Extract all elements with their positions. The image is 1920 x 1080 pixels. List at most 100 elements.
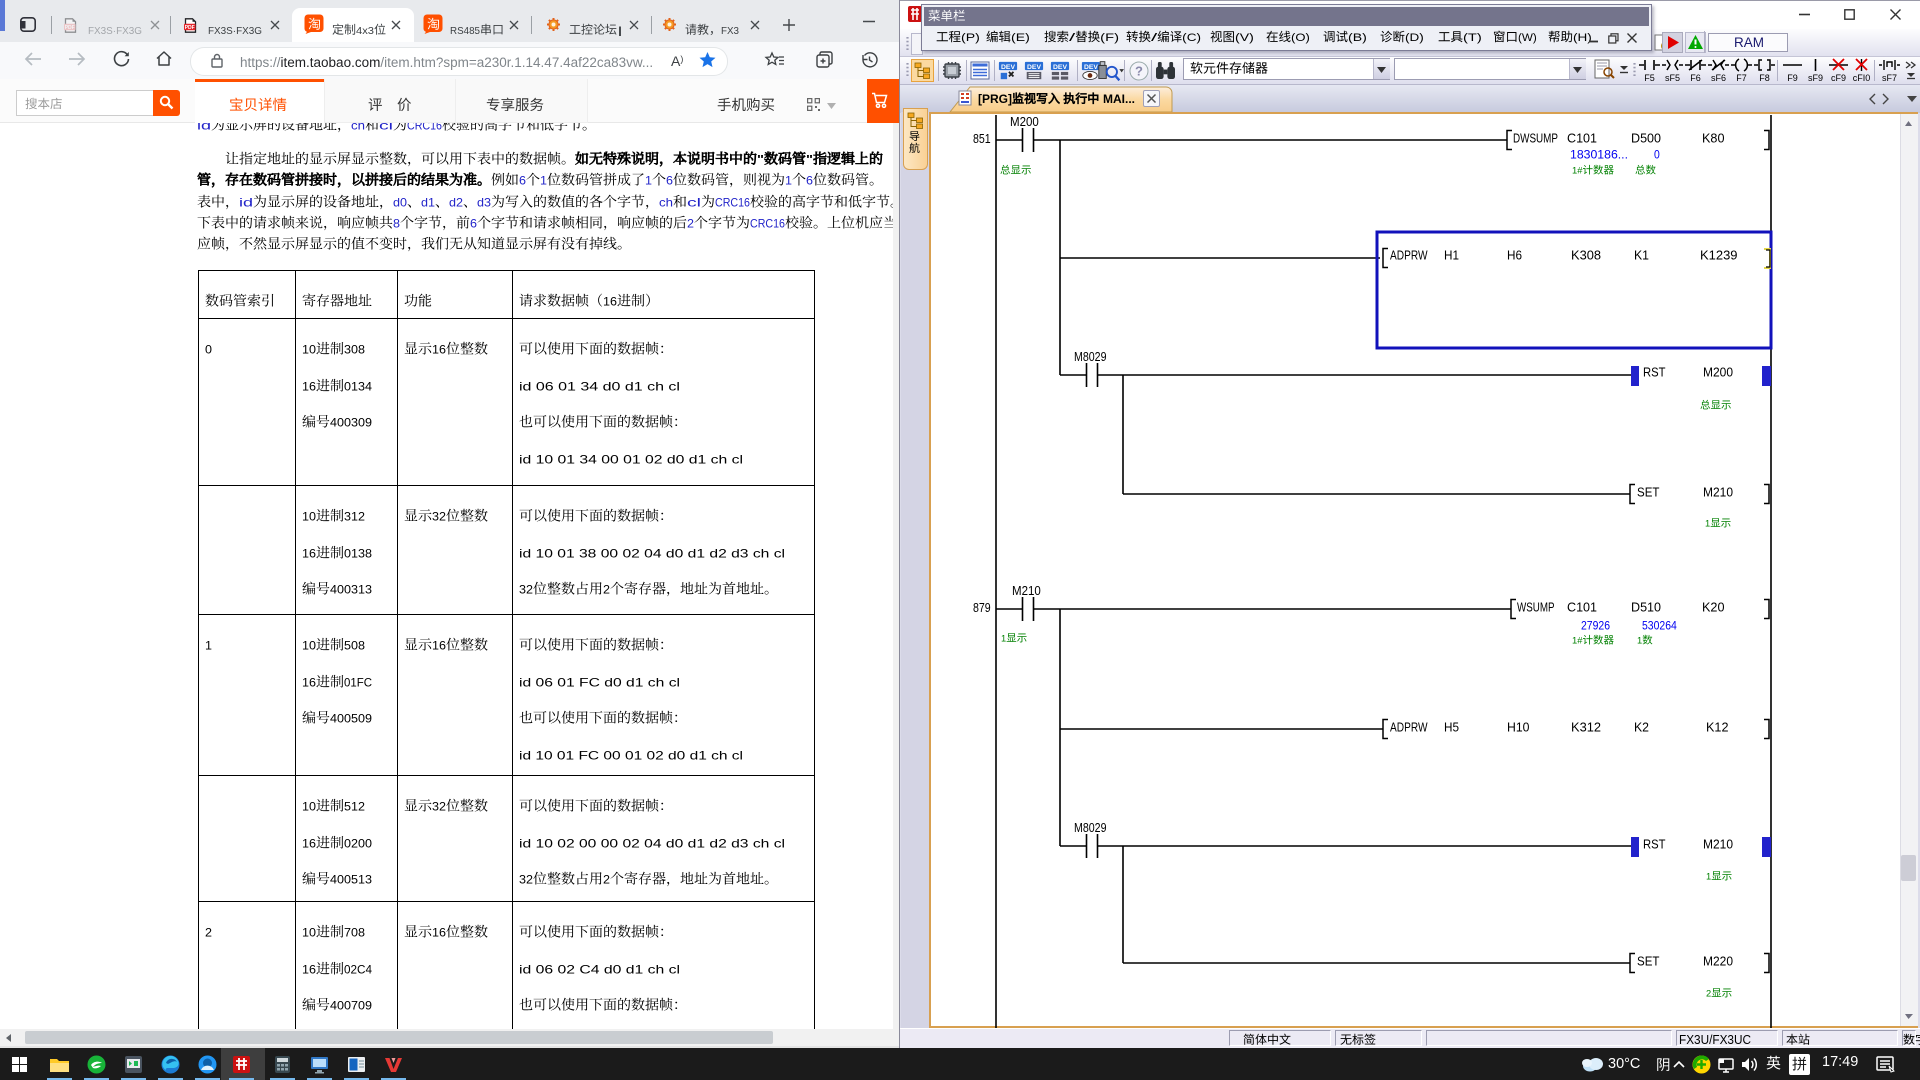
svg-text:32: 32 [519, 583, 533, 597]
svg-text:C101: C101 [1567, 130, 1597, 145]
svg-text:0: 0 [205, 343, 212, 357]
svg-text:16: 16 [432, 926, 446, 940]
svg-text:K20: K20 [1702, 599, 1725, 614]
svg-text:(D): (D) [1405, 32, 1424, 44]
svg-text:DEV: DEV [1001, 64, 1015, 71]
svg-text:K2: K2 [1634, 719, 1649, 734]
svg-text:id 10 02 00 00 02 04 d0 d1 d2: id 10 02 00 00 02 04 d0 d1 d2 d3 ch cl [519, 836, 785, 850]
svg-text:1: 1 [1001, 634, 1006, 644]
svg-text:DEV: DEV [1053, 64, 1067, 71]
svg-text:02C4: 02C4 [344, 962, 372, 976]
svg-text:": " [757, 153, 764, 167]
svg-text:/: / [1151, 32, 1157, 44]
svg-text:id 10 01 FC 00 01 02 d0 d1 ch: id 10 01 FC 00 01 02 d0 d1 ch cl [519, 748, 743, 762]
svg-text:RST: RST [1643, 836, 1666, 851]
svg-text:4x3: 4x3 [356, 25, 374, 36]
svg-text:F6: F6 [1690, 73, 1701, 83]
svg-text:10: 10 [302, 510, 316, 524]
svg-text:id 06 01 34 d0 d1 ch cl: id 06 01 34 d0 d1 ch cl [519, 379, 680, 393]
svg-text:FX3U/FX3UC: FX3U/FX3UC [1679, 1033, 1751, 1047]
svg-text:879: 879 [973, 601, 991, 615]
svg-text:SET: SET [1637, 953, 1660, 968]
svg-text:cl: cl [687, 195, 701, 209]
svg-text:id 06 02 C4 d0 d1 ch cl: id 06 02 C4 d0 d1 ch cl [519, 962, 680, 976]
svg-text:K308: K308 [1571, 247, 1601, 262]
svg-text:/: / [1069, 32, 1075, 44]
svg-text:d1: d1 [421, 195, 435, 209]
svg-text:32: 32 [519, 873, 533, 887]
svg-text:id 10 01 38 00 02 04 d0 d1 d2: id 10 01 38 00 02 04 d0 d1 d2 d3 ch cl [519, 546, 785, 560]
svg-text:0200: 0200 [344, 836, 372, 850]
svg-text:530264: 530264 [1642, 619, 1677, 633]
svg-text:508: 508 [344, 639, 365, 653]
svg-text:H1: H1 [1444, 247, 1459, 262]
svg-text:16: 16 [432, 343, 446, 357]
svg-text:512: 512 [344, 800, 365, 814]
svg-text:H10: H10 [1507, 719, 1530, 734]
svg-text:400709: 400709 [330, 999, 372, 1013]
svg-text:312: 312 [344, 510, 365, 524]
svg-text:sF9: sF9 [1808, 73, 1823, 83]
svg-text:0: 0 [1654, 148, 1660, 162]
svg-text:2: 2 [1706, 989, 1711, 999]
svg-text:SET: SET [1637, 484, 1660, 499]
svg-text:1: 1 [1637, 636, 1642, 646]
svg-text:2: 2 [603, 873, 610, 887]
svg-text:sF6: sF6 [1711, 73, 1726, 83]
svg-text:1: 1 [205, 639, 212, 653]
svg-text:(V): (V) [1235, 32, 1254, 44]
svg-text:16: 16 [603, 295, 617, 309]
svg-text:|: | [617, 25, 623, 36]
svg-text:ADPRW: ADPRW [1390, 719, 1428, 734]
svg-text:C101: C101 [1567, 599, 1597, 614]
svg-text:H6: H6 [1507, 247, 1522, 262]
svg-text:sF7: sF7 [1882, 73, 1897, 83]
svg-text:(B): (B) [1348, 32, 1367, 44]
svg-text:id: id [239, 195, 253, 209]
svg-text:16: 16 [302, 379, 316, 393]
svg-text:27926: 27926 [1581, 619, 1610, 633]
svg-text:0134: 0134 [344, 379, 372, 393]
svg-text:cFI0: cFI0 [1853, 73, 1871, 83]
svg-text:K312: K312 [1571, 719, 1601, 734]
svg-text:1: 1 [1705, 519, 1710, 529]
svg-text:308: 308 [344, 343, 365, 357]
svg-text:16: 16 [432, 639, 446, 653]
svg-text:CRC16: CRC16 [715, 195, 750, 209]
svg-text:PDF: PDF [185, 25, 195, 31]
svg-text:FX3S·FX3G: FX3S·FX3G [208, 25, 262, 36]
svg-text:2: 2 [205, 926, 212, 940]
svg-text:M8029: M8029 [1074, 350, 1107, 364]
svg-text:400313: 400313 [330, 583, 372, 597]
svg-text:01FC: 01FC [344, 675, 372, 689]
svg-text:1830186...: 1830186... [1570, 148, 1628, 162]
svg-text:16: 16 [302, 546, 316, 560]
svg-text:?: ? [1135, 64, 1143, 79]
svg-text:F9: F9 [1787, 73, 1798, 83]
svg-text:(O): (O) [1291, 32, 1310, 44]
svg-text:0138: 0138 [344, 546, 372, 560]
svg-text:id 06 01 FC d0 d1 ch cl: id 06 01 FC d0 d1 ch cl [519, 675, 680, 689]
svg-text:M8029: M8029 [1074, 821, 1107, 835]
svg-text:(C): (C) [1182, 32, 1201, 44]
svg-text:ADPRW: ADPRW [1390, 247, 1428, 262]
svg-text:M200: M200 [1010, 115, 1039, 129]
svg-text:K80: K80 [1702, 130, 1725, 145]
svg-text:10: 10 [302, 639, 316, 653]
svg-text:F7: F7 [1736, 73, 1747, 83]
svg-text:d2: d2 [449, 195, 463, 209]
svg-text:": " [806, 153, 813, 167]
svg-text:FX3: FX3 [721, 25, 739, 36]
svg-text:DEV: DEV [1027, 64, 1041, 71]
svg-text:10: 10 [302, 800, 316, 814]
svg-text:32: 32 [432, 510, 446, 524]
svg-text:16: 16 [302, 962, 316, 976]
svg-text:M210: M210 [1012, 584, 1041, 598]
svg-text:1: 1 [1706, 872, 1711, 882]
svg-text:2: 2 [603, 583, 610, 597]
svg-text:DWSUMP: DWSUMP [1513, 130, 1558, 145]
svg-text:(P): (P) [961, 32, 980, 44]
svg-text:1#: 1# [1572, 166, 1583, 176]
svg-text:M210: M210 [1703, 836, 1733, 851]
svg-text:(T): (T) [1463, 32, 1482, 44]
